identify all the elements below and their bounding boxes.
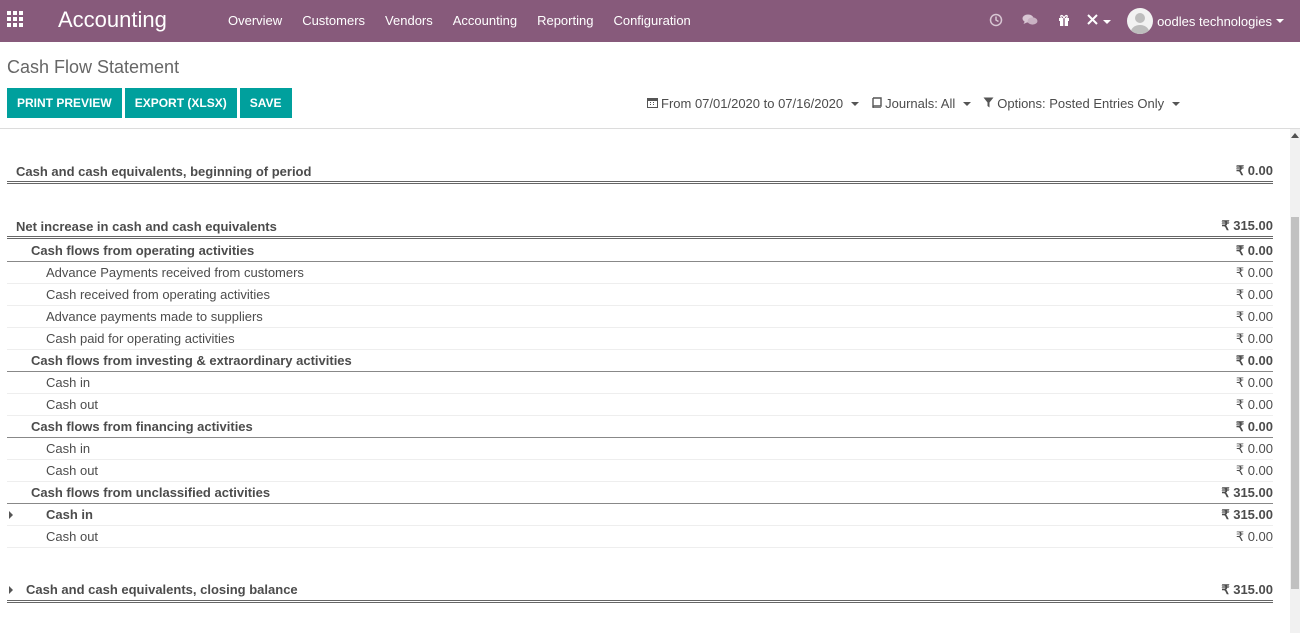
scrollbar[interactable] — [1290, 129, 1300, 633]
date-filter-label: From 07/01/2020 to 07/16/2020 — [661, 96, 844, 111]
row-label: Cash flows from operating activities — [31, 243, 255, 258]
user-name: oodles technologies — [1157, 13, 1272, 29]
caret-right-icon[interactable] — [9, 510, 13, 519]
main-menu: Overview Customers Vendors Accounting Re… — [218, 0, 701, 42]
menu-item-accounting[interactable]: Accounting — [443, 0, 527, 42]
row-value: ₹ 0.00 — [1235, 308, 1273, 324]
options-filter-label: Options: Posted Entries Only — [997, 96, 1165, 111]
app-brand[interactable]: Accounting — [58, 7, 167, 33]
menu-item-overview[interactable]: Overview — [218, 0, 292, 42]
scrollbar-thumb[interactable] — [1291, 217, 1299, 589]
row-value: ₹ 0.00 — [1235, 330, 1273, 346]
gift-icon[interactable] — [1047, 13, 1081, 30]
row-label: Cash flows from investing & extraordinar… — [31, 353, 352, 368]
row-label: Cash out — [46, 529, 99, 544]
row-value: ₹ 0.00 — [1235, 352, 1273, 368]
row-label: Cash out — [46, 463, 99, 478]
avatar — [1127, 8, 1154, 34]
row-value: ₹ 0.00 — [1235, 163, 1273, 178]
journals-filter-label: Journals: All — [885, 96, 956, 111]
report-row-line[interactable]: Cash out ₹ 0.00 — [7, 460, 1273, 482]
print-preview-button[interactable]: PRINT PREVIEW — [7, 88, 122, 118]
calendar-icon — [647, 97, 658, 111]
systray: oodles technologies — [979, 0, 1300, 42]
scroll-up-icon[interactable] — [1291, 133, 1299, 138]
report-row-operating[interactable]: Cash flows from operating activities ₹ 0… — [7, 240, 1273, 262]
options-filter[interactable]: Options: Posted Entries Only — [983, 96, 1181, 111]
report-row-net-increase[interactable]: Net increase in cash and cash equivalent… — [7, 216, 1273, 239]
chevron-down-icon — [1276, 19, 1284, 23]
debug-icon[interactable] — [1081, 13, 1115, 29]
date-filter[interactable]: From 07/01/2020 to 07/16/2020 — [647, 96, 860, 111]
report-row-financing[interactable]: Cash flows from financing activities ₹ 0… — [7, 416, 1273, 438]
export-xlsx-button[interactable]: EXPORT (XLSX) — [124, 88, 237, 118]
row-label: Advance Payments received from customers — [46, 265, 304, 280]
top-navbar: Accounting Overview Customers Vendors Ac… — [0, 0, 1300, 42]
report-row-line[interactable]: Advance Payments received from customers… — [7, 262, 1273, 284]
report-row-investing[interactable]: Cash flows from investing & extraordinar… — [7, 350, 1273, 372]
row-label: Advance payments made to suppliers — [46, 309, 263, 324]
report-row-unclassified[interactable]: Cash flows from unclassified activities … — [7, 482, 1273, 504]
row-label: Cash flows from financing activities — [31, 419, 253, 434]
save-button[interactable]: SAVE — [239, 88, 292, 118]
row-value: ₹ 315.00 — [1221, 484, 1273, 500]
report-row-closing-balance[interactable]: Cash and cash equivalents, closing balan… — [7, 579, 1273, 603]
row-label: Cash in — [46, 375, 91, 390]
menu-item-configuration[interactable]: Configuration — [603, 0, 700, 42]
row-value: ₹ 0.00 — [1235, 528, 1273, 544]
action-buttons: PRINT PREVIEW EXPORT (XLSX) SAVE — [7, 88, 292, 118]
clock-icon[interactable] — [979, 13, 1013, 30]
row-label: Cash flows from unclassified activities — [31, 485, 271, 500]
menu-item-vendors[interactable]: Vendors — [375, 0, 443, 42]
row-value: ₹ 0.00 — [1235, 264, 1273, 280]
row-value: ₹ 315.00 — [1221, 506, 1273, 522]
control-panel: Cash Flow Statement PRINT PREVIEW EXPORT… — [0, 42, 1300, 129]
row-label: Cash and cash equivalents, beginning of … — [16, 163, 312, 179]
row-value: ₹ 0.00 — [1235, 418, 1273, 434]
chevron-down-icon — [851, 101, 860, 106]
journals-filter[interactable]: Journals: All — [871, 96, 972, 111]
report-row-line[interactable]: Cash received from operating activities … — [7, 284, 1273, 306]
report-row-line[interactable]: Cash out ₹ 0.00 — [7, 526, 1273, 548]
row-label: Cash paid for operating activities — [46, 331, 235, 346]
chevron-down-icon — [963, 101, 972, 106]
page-title: Cash Flow Statement — [7, 57, 180, 77]
row-label: Cash received from operating activities — [46, 287, 270, 302]
report-row-line[interactable]: Cash in ₹ 0.00 — [7, 372, 1273, 394]
book-icon — [871, 96, 882, 111]
filter-icon — [983, 97, 994, 111]
chevron-down-icon — [1172, 101, 1181, 106]
row-value: ₹ 0.00 — [1235, 440, 1273, 456]
menu-item-customers[interactable]: Customers — [292, 0, 375, 42]
row-label: Cash in — [46, 441, 91, 456]
user-menu[interactable]: oodles technologies — [1127, 8, 1284, 34]
row-value: ₹ 315.00 — [1221, 218, 1273, 233]
row-value: ₹ 315.00 — [1221, 581, 1273, 597]
report-row-line[interactable]: Cash in ₹ 0.00 — [7, 438, 1273, 460]
report-filters: From 07/01/2020 to 07/16/2020 Journals: … — [647, 96, 1192, 111]
row-value: ₹ 0.00 — [1235, 396, 1273, 412]
row-label: Cash out — [46, 397, 99, 412]
report-row-line[interactable]: Cash out ₹ 0.00 — [7, 394, 1273, 416]
caret-right-icon[interactable] — [9, 585, 13, 594]
menu-item-reporting[interactable]: Reporting — [527, 0, 603, 42]
row-label: Net increase in cash and cash equivalent… — [16, 218, 277, 234]
apps-menu-icon[interactable] — [7, 11, 25, 29]
report-row-beginning[interactable]: Cash and cash equivalents, beginning of … — [7, 161, 1273, 184]
report-row-line[interactable]: Cash paid for operating activities ₹ 0.0… — [7, 328, 1273, 350]
row-value: ₹ 0.00 — [1235, 286, 1273, 302]
row-label: Cash in — [46, 507, 93, 522]
report-row-cash-in-unfoldable[interactable]: Cash in ₹ 315.00 — [7, 504, 1273, 526]
chat-icon[interactable] — [1013, 13, 1047, 30]
row-value: ₹ 0.00 — [1235, 242, 1273, 258]
report-row-line[interactable]: Advance payments made to suppliers ₹ 0.0… — [7, 306, 1273, 328]
row-value: ₹ 0.00 — [1235, 462, 1273, 478]
row-value: ₹ 0.00 — [1235, 374, 1273, 390]
row-label: Cash and cash equivalents, closing balan… — [26, 582, 298, 597]
